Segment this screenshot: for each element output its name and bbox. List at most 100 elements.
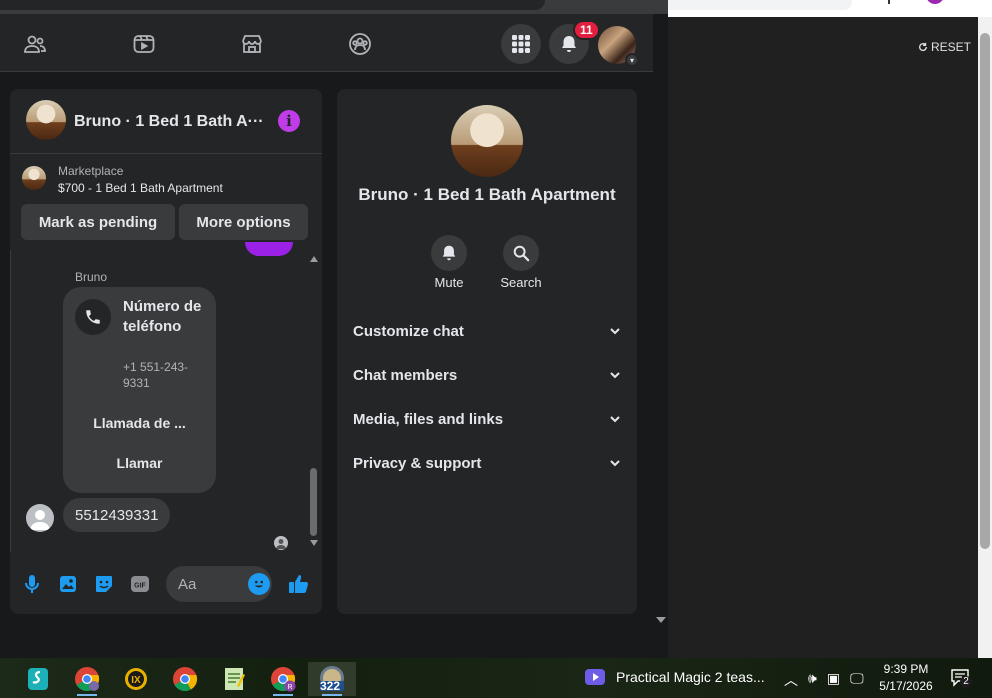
search-action[interactable]: Search <box>491 235 551 290</box>
system-tray: ︿ 🕪 ▣ 🖵 <box>784 670 864 690</box>
chat-title[interactable]: Bruno · 1 Bed 1 Bath A··· <box>74 113 264 131</box>
camera-icon[interactable]: ▣ <box>827 670 840 690</box>
section-chat-members[interactable]: Chat members <box>353 355 621 395</box>
phone-icon <box>75 299 111 335</box>
scroll-down-arrow[interactable] <box>656 617 666 623</box>
scroll-thumb[interactable] <box>980 33 990 549</box>
section-media-files-links[interactable]: Media, files and links <box>353 399 621 439</box>
sender-name: Bruno <box>75 270 108 284</box>
chat-header[interactable]: Bruno · 1 Bed 1 Bath A··· i <box>10 89 322 154</box>
refresh-icon <box>919 42 928 52</box>
taskbar-clock[interactable]: 9:39 PM 5/17/2026 <box>876 661 936 695</box>
call-button[interactable]: Llamar <box>75 447 204 479</box>
message-scrollbar[interactable] <box>307 250 321 552</box>
section-label: Customize chat <box>353 322 464 340</box>
seen-avatar-icon <box>274 536 288 550</box>
listing-thumbnail <box>22 166 46 190</box>
search-label: Search <box>500 275 542 290</box>
sticker-icon[interactable] <box>93 573 115 595</box>
svg-text:GIF: GIF <box>134 583 146 590</box>
chevron-down-icon <box>609 369 621 381</box>
chat-window: Bruno · 1 Bed 1 Bath A··· i Marketplace … <box>10 89 322 614</box>
marketplace-label: Marketplace <box>58 164 124 178</box>
mute-label: Mute <box>434 275 464 290</box>
network-icon[interactable]: 🖵 <box>850 670 864 690</box>
emoji-icon[interactable] <box>248 573 270 595</box>
chat-avatar[interactable] <box>26 100 66 140</box>
notifications-badge: 11 <box>573 20 600 40</box>
message-bubble[interactable]: 5512439331 <box>63 498 171 532</box>
reset-label: RESET <box>931 40 972 54</box>
friends-icon[interactable] <box>23 32 47 56</box>
menu-grid-button[interactable] <box>501 24 541 64</box>
image-icon[interactable] <box>57 573 79 595</box>
listing-title: $700 - 1 Bed 1 Bath Apartment <box>58 181 223 195</box>
chevron-down-icon <box>609 325 621 337</box>
mute-action[interactable]: Mute <box>419 235 479 290</box>
taskbar-chrome-icon[interactable] <box>165 662 205 696</box>
browser-toolbar-strip <box>668 0 992 17</box>
message-composer: GIF <box>10 564 322 604</box>
marketplace-icon[interactable] <box>240 32 264 56</box>
taskbar-chrome-profile-r-icon[interactable]: R <box>263 662 303 696</box>
taskbar-app-ix-icon[interactable]: IX <box>116 662 156 696</box>
bell-icon <box>431 235 467 271</box>
conversation-name: Bruno · 1 Bed 1 Bath Apartment <box>358 185 616 204</box>
taskbar-surfshark-icon[interactable] <box>18 662 58 696</box>
scroll-up-arrow[interactable] <box>310 256 318 262</box>
scroll-down-arrow[interactable] <box>310 540 318 546</box>
taskbar-chrome-profile-icon[interactable] <box>67 662 107 696</box>
svg-text:IX: IX <box>131 675 141 686</box>
chevron-down-icon <box>609 457 621 469</box>
own-message-bubble <box>245 242 293 256</box>
chevron-up-icon[interactable]: ︿ <box>784 670 798 690</box>
phone-card-title: Número de teléfono <box>123 298 202 335</box>
volume-icon[interactable]: 🕪 <box>808 670 817 690</box>
section-label: Media, files and links <box>353 410 504 428</box>
conversation-avatar[interactable] <box>451 105 523 177</box>
windows-taskbar: IX R 322 Practical Magic 2 teas... ︿ 🕪 ▣… <box>0 658 992 698</box>
page-footer-strip <box>0 614 653 632</box>
chevron-down-icon[interactable]: ▾ <box>625 53 639 67</box>
section-customize-chat[interactable]: Customize chat <box>353 311 621 351</box>
top-navigation: 11 ▾ <box>0 14 653 72</box>
microphone-icon[interactable] <box>21 573 43 595</box>
call-from-button[interactable]: Llamada de ... <box>75 407 204 439</box>
window-scrollbar[interactable] <box>978 17 992 658</box>
info-icon[interactable]: i <box>278 110 300 132</box>
chat-info-panel: Bruno · 1 Bed 1 Bath Apartment Mute Sear… <box>337 89 637 614</box>
taskbar-notepad-icon[interactable] <box>214 662 254 696</box>
notification-center-button[interactable]: 2 <box>950 668 972 688</box>
sender-avatar[interactable] <box>26 504 54 532</box>
profile-dot[interactable] <box>926 0 944 4</box>
taskbar-pinned-app-322[interactable]: 322 <box>308 662 356 696</box>
svg-text:R: R <box>287 684 292 691</box>
page-scrollbar[interactable] <box>653 14 668 632</box>
facebook-window: 11 ▾ Bruno · 1 Bed 1 Bath A··· i Marketp… <box>0 0 668 632</box>
section-privacy-support[interactable]: Privacy & support <box>353 443 621 483</box>
groups-icon[interactable] <box>348 32 372 56</box>
thumbs-up-icon[interactable] <box>288 573 310 595</box>
media-title: Practical Magic 2 teas... <box>616 669 765 685</box>
menu-grid-icon <box>512 35 530 53</box>
marketplace-listing-row[interactable]: Marketplace $700 - 1 Bed 1 Bath Apartmen… <box>10 154 322 200</box>
section-label: Privacy & support <box>353 454 482 472</box>
browser-top-strip <box>0 0 668 14</box>
chevron-down-icon <box>609 413 621 425</box>
gif-icon[interactable]: GIF <box>129 573 151 595</box>
phone-number: +1 551-243-9331 <box>123 360 189 390</box>
pinned-app-badge: 322 <box>320 679 341 693</box>
reset-button[interactable]: RESET <box>918 40 971 54</box>
phone-number-card: Número de teléfono +1 551-243-9331 Llama… <box>63 287 216 493</box>
watch-icon[interactable] <box>132 32 156 56</box>
more-options-button[interactable]: More options <box>179 204 308 240</box>
video-play-icon <box>585 669 605 685</box>
scroll-thumb[interactable] <box>310 468 317 536</box>
media-widget[interactable]: Practical Magic 2 teas... <box>584 668 765 686</box>
search-icon <box>503 235 539 271</box>
clock-time: 9:39 PM <box>883 662 929 676</box>
mark-as-pending-button[interactable]: Mark as pending <box>21 204 175 240</box>
section-label: Chat members <box>353 366 458 384</box>
clock-date: 5/17/2026 <box>879 679 933 693</box>
message-thread[interactable]: Bruno Número de teléfono +1 551-243-9331… <box>10 242 322 552</box>
